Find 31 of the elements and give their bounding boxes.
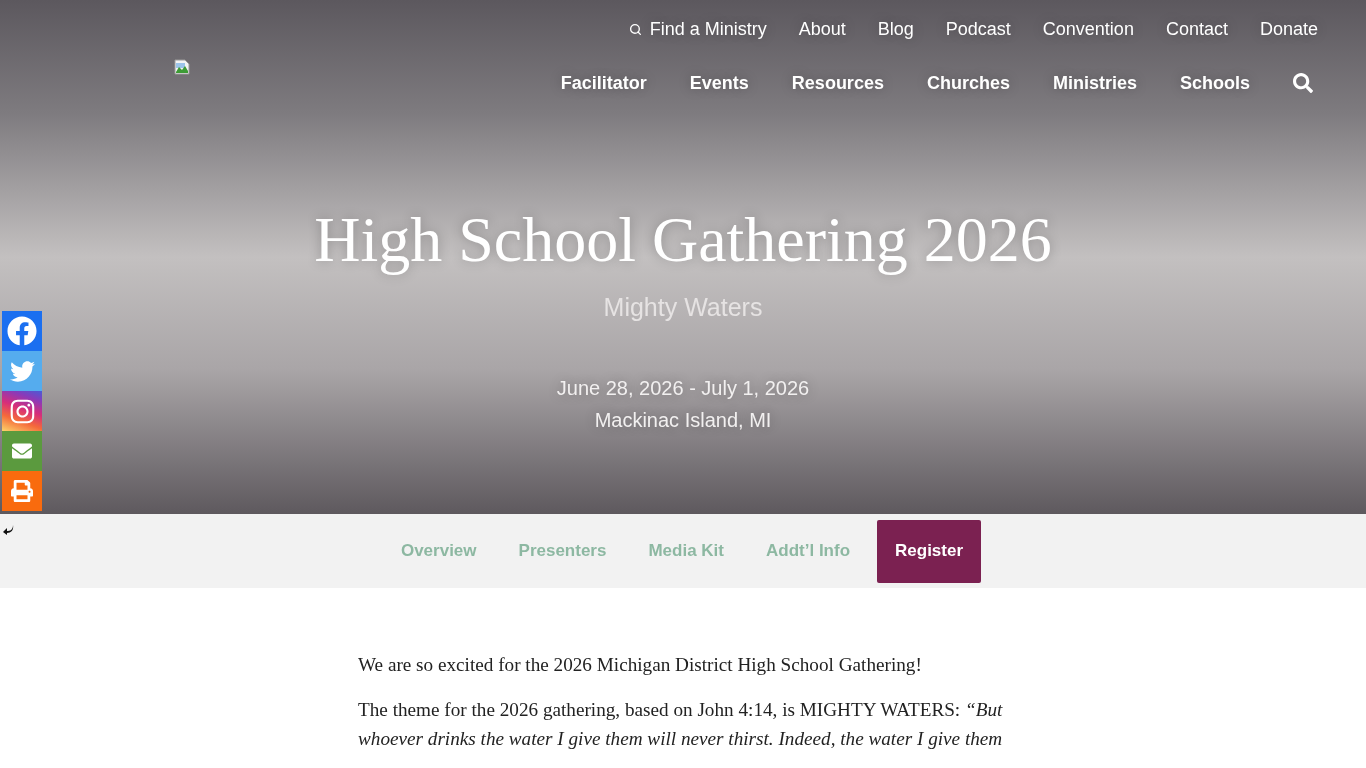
bird-icon (9, 358, 35, 384)
utility-nav-link[interactable]: Contact (1165, 18, 1228, 40)
register-button[interactable]: Register (877, 519, 982, 583)
body-paragraph: We are so excited for the 2026 Michigan District High School Gathering! (358, 653, 923, 677)
body-paragraph: The theme for the 2026 gathering, based on John 4:14, is MIGHTY WATERS: “But whoever drinks the water I give them will never thirst. Indeed, the water I give them (358, 698, 1004, 751)
broken-image-icon (174, 59, 190, 75)
utility-nav-link[interactable]: Donate (1259, 18, 1318, 40)
instagram-share-button[interactable] (2, 391, 42, 431)
instagram-icon (8, 397, 36, 425)
printer-icon (11, 480, 33, 502)
utility-nav-link[interactable]: Blog (877, 18, 914, 40)
search-icon[interactable] (1293, 73, 1313, 93)
main-nav-link[interactable]: Resources (791, 71, 884, 95)
main-nav-link[interactable]: Events (689, 71, 749, 95)
print-button[interactable] (2, 471, 42, 511)
main-nav-link[interactable]: Schools (1180, 71, 1250, 95)
email-share-button[interactable] (2, 431, 42, 471)
main-nav-link[interactable]: Ministries (1052, 71, 1137, 95)
search-icon (628, 22, 642, 36)
facebook-icon (7, 316, 37, 346)
hero-title: High School Gathering 2026 (314, 203, 1052, 277)
event-dates: June 28, 2026 - July 1, 2026 (556, 376, 810, 401)
facebook-share-button[interactable] (2, 311, 42, 351)
event-location: Mackinac Island, MI (594, 408, 772, 433)
find-ministry-link[interactable]: Find a Ministry (628, 18, 767, 40)
envelope-icon (9, 441, 35, 461)
main-nav-link[interactable]: Churches (926, 71, 1010, 95)
main-nav-link[interactable]: Facilitator (560, 71, 647, 95)
utility-nav-link[interactable]: Podcast (945, 18, 1011, 40)
utility-nav-link[interactable]: About (798, 18, 846, 40)
utility-nav-link[interactable]: Convention (1042, 18, 1134, 40)
